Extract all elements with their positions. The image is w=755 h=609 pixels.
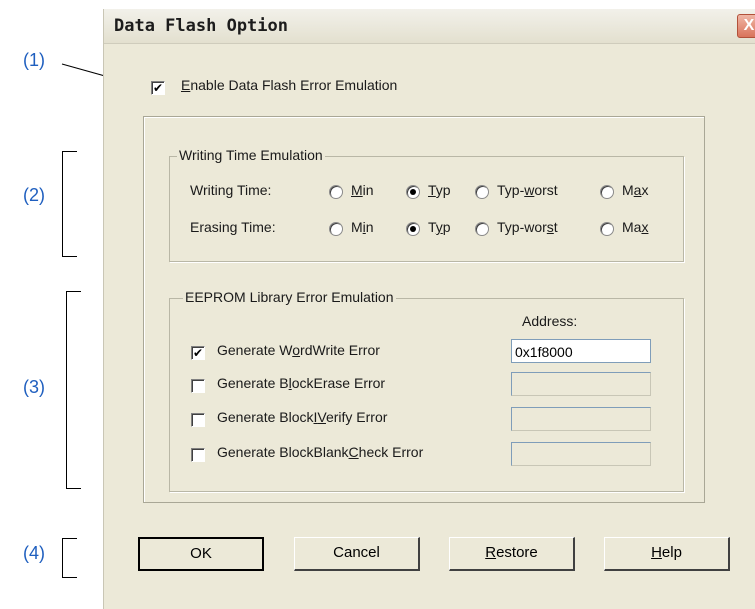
callout-4: (4) [23, 543, 45, 563]
erasing-typ-radio[interactable] [406, 222, 420, 236]
data-flash-option-dialog: Data Flash Option X ✔ Enable Data Flash … [103, 9, 755, 609]
blockblankcheck-error-label[interactable]: Generate BlockBlankCheck Error [217, 444, 423, 460]
bracket-2 [62, 151, 77, 257]
cancel-button[interactable]: Cancel [294, 537, 420, 571]
bracket-3 [66, 291, 81, 489]
eeprom-group-title: EEPROM Library Error Emulation [183, 289, 396, 305]
callout-1: (1) [23, 50, 45, 70]
dialog-title: Data Flash Option [114, 16, 288, 36]
restore-button[interactable]: Restore [449, 537, 575, 571]
callout-3: (3) [23, 377, 45, 397]
blockerase-address-input[interactable] [511, 372, 651, 396]
blockerase-error-checkbox[interactable] [191, 379, 205, 393]
erasing-typworst-radio[interactable] [475, 222, 489, 236]
wordwrite-error-label[interactable]: Generate WordWrite Error [217, 342, 380, 358]
writing-min-label[interactable]: Min [351, 182, 374, 198]
erasing-max-label[interactable]: Max [622, 219, 648, 235]
writing-typworst-label[interactable]: Typ-worst [497, 182, 558, 198]
enable-emulation-text: nable Data Flash Error Emulation [190, 77, 398, 93]
address-column-label: Address: [522, 313, 578, 329]
ok-button[interactable]: OK [138, 537, 264, 571]
writing-typ-label[interactable]: Typ [428, 182, 451, 198]
writing-time-group [169, 156, 684, 262]
close-icon[interactable]: X [737, 14, 755, 38]
enable-emulation-label[interactable]: Enable Data Flash Error Emulation [181, 77, 397, 93]
erasing-min-label[interactable]: Min [351, 219, 374, 235]
writing-time-group-title: Writing Time Emulation [177, 147, 325, 163]
writing-time-label: Writing Time: [190, 182, 272, 198]
erasing-time-label: Erasing Time: [190, 219, 276, 235]
blockiverify-address-input[interactable] [511, 407, 651, 431]
erasing-max-radio[interactable] [600, 222, 614, 236]
wordwrite-error-checkbox[interactable]: ✔ [191, 346, 205, 360]
blockiverify-error-checkbox[interactable] [191, 413, 205, 427]
erasing-typ-label[interactable]: Typ [428, 219, 451, 235]
enable-emulation-checkbox[interactable]: ✔ [151, 81, 165, 95]
blockblankcheck-address-input[interactable] [511, 442, 651, 466]
help-button[interactable]: Help [604, 537, 730, 571]
blockblankcheck-error-checkbox[interactable] [191, 448, 205, 462]
title-bar: Data Flash Option X [104, 9, 755, 44]
erasing-min-radio[interactable] [329, 222, 343, 236]
writing-max-radio[interactable] [600, 185, 614, 199]
writing-typworst-radio[interactable] [475, 185, 489, 199]
wordwrite-address-input[interactable]: 0x1f8000 [511, 339, 651, 363]
blockiverify-error-label[interactable]: Generate BlockIVerify Error [217, 409, 387, 425]
writing-min-radio[interactable] [329, 185, 343, 199]
callout-2: (2) [23, 185, 45, 205]
writing-typ-radio[interactable] [406, 185, 420, 199]
erasing-typworst-label[interactable]: Typ-worst [497, 219, 558, 235]
blockerase-error-label[interactable]: Generate BlockErase Error [217, 375, 385, 391]
bracket-4 [62, 538, 77, 578]
writing-max-label[interactable]: Max [622, 182, 648, 198]
